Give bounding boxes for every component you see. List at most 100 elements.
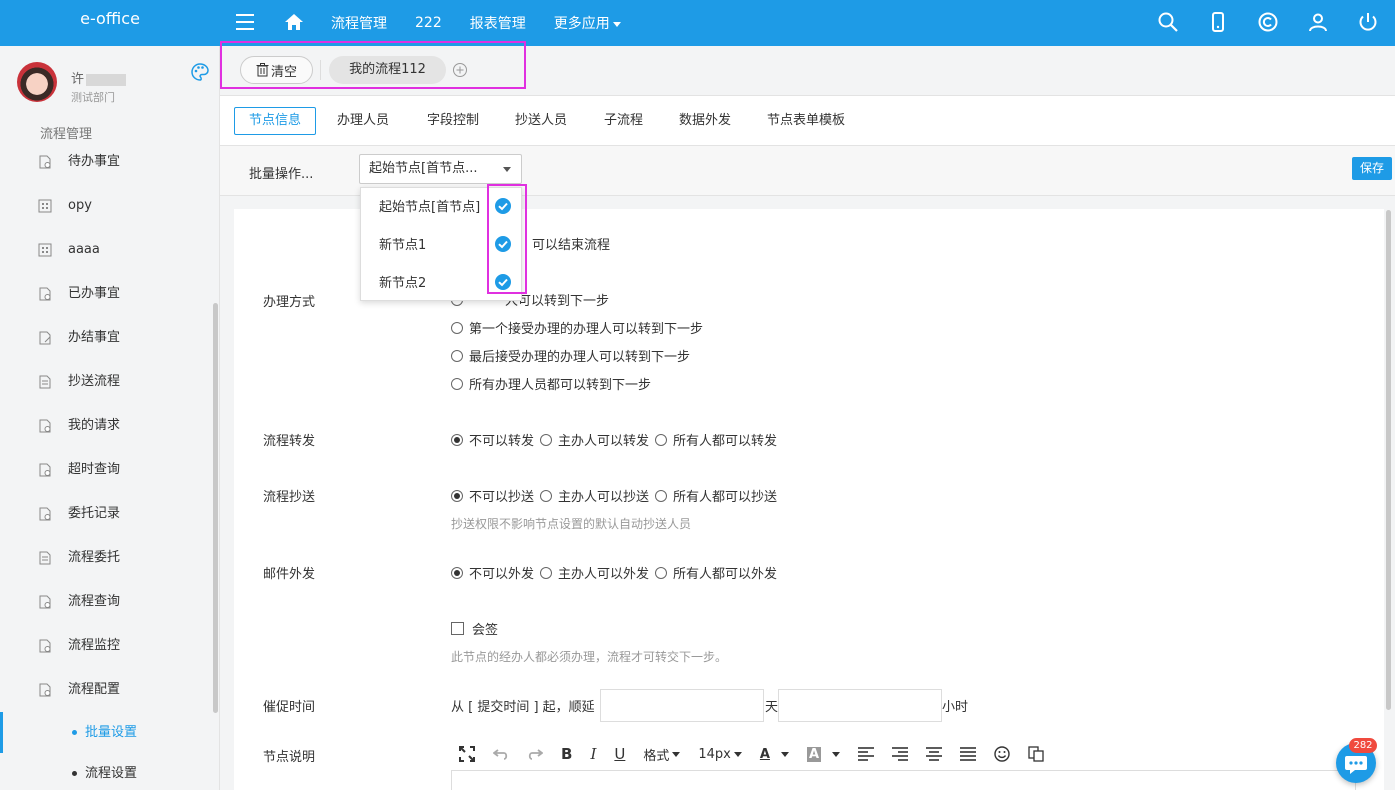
add-tab-icon[interactable] <box>452 62 468 78</box>
handle-option-3[interactable]: 最后接受办理的办理人可以转到下一步 <box>451 346 690 365</box>
cc-option-none[interactable]: 不可以抄送 <box>451 486 534 505</box>
subtab-node-info[interactable]: 节点信息 <box>234 107 317 135</box>
sidebar-item-delegate-records[interactable]: 委托记录 <box>0 492 212 536</box>
cc-hint: 抄送权限不影响节点设置的默认自动抄送人员 <box>451 517 692 531</box>
sidebar-item-opy[interactable]: opy <box>0 184 212 228</box>
node-select[interactable]: 起始节点[首节点... <box>359 154 522 184</box>
save-button[interactable]: 保存 <box>1352 157 1392 180</box>
menu-toggle-icon[interactable] <box>236 14 254 30</box>
nav-more-apps[interactable]: 更多应用 <box>554 13 621 33</box>
font-color-dropdown[interactable] <box>778 751 789 757</box>
redo-icon[interactable] <box>527 746 543 762</box>
power-icon[interactable] <box>1357 11 1379 33</box>
format-dropdown[interactable]: 格式 <box>643 745 681 764</box>
sidebar-item-finished[interactable]: 办结事宜 <box>0 316 212 360</box>
tab-my-flow[interactable]: 我的流程112 <box>329 56 446 84</box>
sidebar-item-flow-config[interactable]: 流程配置 <box>0 668 212 712</box>
handle-option-2[interactable]: 第一个接受办理的办理人可以转到下一步 <box>451 318 703 337</box>
radio[interactable] <box>655 566 668 579</box>
sidebar-scrollbar[interactable] <box>213 303 218 713</box>
chevron-down-icon <box>733 751 742 757</box>
sidebar-item-overtime-query[interactable]: 超时查询 <box>0 448 212 492</box>
radio[interactable] <box>451 321 463 334</box>
sidebar-item-cc-flow[interactable]: 抄送流程 <box>0 360 212 404</box>
background-color-dropdown[interactable] <box>829 751 840 757</box>
format-label: 格式 <box>643 748 670 764</box>
brand-logo[interactable]: e-office <box>0 0 220 46</box>
sidebar-subitem-flow-settings[interactable]: 流程设置 <box>0 753 212 790</box>
mail-option-none[interactable]: 不可以外发 <box>451 563 534 582</box>
align-right-icon[interactable] <box>892 747 908 761</box>
sidebar: 许 测试部门 流程管理 待办事宜 opy aaaa 已办事宜 办结事宜 抄送流程… <box>0 46 220 790</box>
copyright-icon[interactable] <box>1257 11 1279 33</box>
user-icon[interactable] <box>1307 11 1329 33</box>
fullscreen-icon[interactable] <box>459 746 475 762</box>
align-justify-icon[interactable] <box>960 747 976 761</box>
sidebar-subitem-batch-settings[interactable]: 批量设置 <box>0 712 212 753</box>
mobile-icon[interactable] <box>1207 11 1229 33</box>
handle-option-4[interactable]: 所有办理人员都可以转到下一步 <box>451 374 651 393</box>
subtab-node-form-template[interactable]: 节点表单模板 <box>767 107 845 135</box>
radio[interactable] <box>655 433 668 446</box>
subtab-cc-users[interactable]: 抄送人员 <box>515 107 567 135</box>
cc-option-all[interactable]: 所有人都可以抄送 <box>655 486 777 505</box>
document-search-icon <box>39 639 51 653</box>
radio[interactable] <box>451 489 463 502</box>
align-left-icon[interactable] <box>858 747 874 761</box>
radio[interactable] <box>451 377 463 390</box>
mail-option-all[interactable]: 所有人都可以外发 <box>655 563 777 582</box>
nav-report-management[interactable]: 报表管理 <box>470 13 526 33</box>
radio[interactable] <box>540 566 553 579</box>
sidebar-item-flow-query[interactable]: 流程查询 <box>0 580 212 624</box>
radio[interactable] <box>451 433 463 446</box>
radio[interactable] <box>655 489 668 502</box>
end-flow-option[interactable]: 可以结束流程 <box>532 234 610 253</box>
sidebar-item-label: 已办事宜 <box>68 286 121 301</box>
sidebar-item-done[interactable]: 已办事宜 <box>0 272 212 316</box>
user-name-text: 许 <box>71 72 85 87</box>
cc-option-host[interactable]: 主办人可以抄送 <box>540 486 649 505</box>
italic-icon[interactable]: I <box>590 745 596 763</box>
sidebar-item-flow-delegate[interactable]: 流程委托 <box>0 536 212 580</box>
sidebar-item-todo[interactable]: 待办事宜 <box>0 140 212 184</box>
countersign-option[interactable]: 会签 <box>451 619 498 638</box>
subtab-subflow[interactable]: 子流程 <box>604 107 643 135</box>
subtab-field-control[interactable]: 字段控制 <box>427 107 479 135</box>
align-center-icon[interactable] <box>926 747 942 761</box>
sidebar-item-my-requests[interactable]: 我的请求 <box>0 404 212 448</box>
urge-days-input[interactable] <box>600 689 764 722</box>
palette-icon[interactable] <box>190 62 210 82</box>
radio[interactable] <box>451 566 463 579</box>
font-color-icon[interactable]: A <box>760 747 770 762</box>
nav-flow-management[interactable]: 流程管理 <box>331 13 387 33</box>
subtab-handlers[interactable]: 办理人员 <box>337 107 389 135</box>
forward-option-host[interactable]: 主办人可以转发 <box>540 430 649 449</box>
radio[interactable] <box>451 349 463 362</box>
forward-option-none[interactable]: 不可以转发 <box>451 430 534 449</box>
mail-option-host[interactable]: 主办人可以外发 <box>540 563 649 582</box>
sidebar-item-label: 流程查询 <box>68 594 121 609</box>
forward-option-all[interactable]: 所有人都可以转发 <box>655 430 777 449</box>
emoji-icon[interactable] <box>994 746 1010 762</box>
sidebar-item-label: 流程监控 <box>68 638 121 653</box>
bold-icon[interactable]: B <box>561 745 572 763</box>
node-description-editor[interactable] <box>451 770 1356 790</box>
main-scrollbar[interactable] <box>1386 210 1391 710</box>
clear-button[interactable]: 清空 <box>240 56 313 84</box>
search-icon[interactable] <box>1157 11 1179 33</box>
sidebar-item-flow-monitor[interactable]: 流程监控 <box>0 624 212 668</box>
undo-icon[interactable] <box>493 746 509 762</box>
avatar[interactable] <box>17 62 57 102</box>
urge-hours-input[interactable] <box>778 689 942 722</box>
background-color-icon[interactable]: A <box>806 746 821 762</box>
countersign-checkbox[interactable] <box>451 622 464 635</box>
home-icon[interactable] <box>284 12 304 32</box>
underline-icon[interactable]: U <box>614 745 625 763</box>
font-size-dropdown[interactable]: 14px <box>698 747 742 762</box>
subtab-data-outsend[interactable]: 数据外发 <box>679 107 731 135</box>
sidebar-item-aaaa[interactable]: aaaa <box>0 228 212 272</box>
radio[interactable] <box>540 489 553 502</box>
nav-222[interactable]: 222 <box>415 15 442 31</box>
paste-icon[interactable] <box>1028 746 1044 762</box>
radio[interactable] <box>540 433 553 446</box>
